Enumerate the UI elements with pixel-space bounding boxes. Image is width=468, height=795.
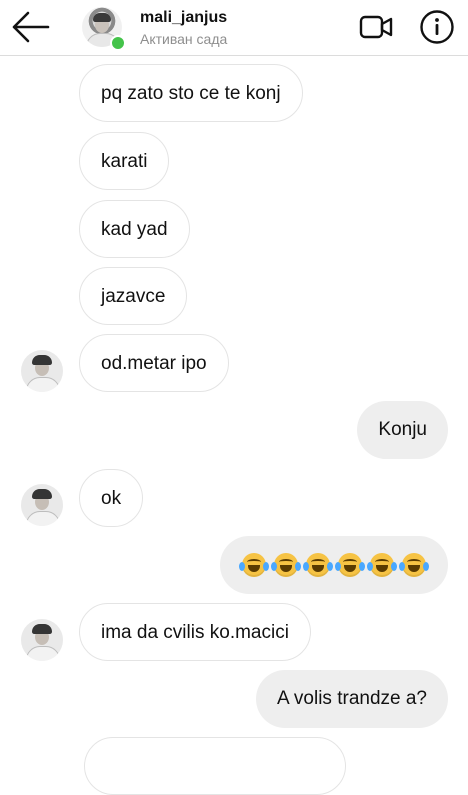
- sender-avatar[interactable]: [21, 619, 63, 661]
- message-text: A volis trandze a?: [277, 688, 427, 709]
- chat-username[interactable]: mali_janjus: [140, 9, 227, 27]
- emoji-row: [239, 536, 429, 594]
- my-message-bubble[interactable]: A volis trandze a?: [256, 670, 448, 728]
- profile-avatar[interactable]: [82, 7, 126, 51]
- laughing-tears-emoji-icon: [399, 553, 429, 577]
- chat-header: mali_janjus Активан сада: [0, 0, 468, 56]
- message-text: od.metar ipo: [101, 353, 207, 374]
- message-text: jazavce: [101, 286, 166, 307]
- message-text: Konju: [378, 419, 427, 440]
- active-status: Активан сада: [140, 31, 228, 47]
- message-bubble[interactable]: karati: [79, 132, 170, 190]
- message-text: ima da cvilis ko.macici: [101, 622, 289, 643]
- back-arrow-icon[interactable]: [10, 10, 50, 44]
- message-bubble[interactable]: kad yad: [79, 200, 190, 258]
- message-text: kad yad: [101, 219, 168, 240]
- message-thread[interactable]: pq zato sto ce te konj karati kad yad ja…: [0, 56, 468, 795]
- sender-avatar[interactable]: [21, 350, 63, 392]
- my-message-bubble[interactable]: [220, 536, 448, 594]
- message-bubble[interactable]: jazavce: [79, 267, 188, 325]
- my-message-bubble[interactable]: Konju: [357, 401, 448, 459]
- message-text: ok: [101, 488, 122, 509]
- message-text: karati: [101, 151, 148, 172]
- message-bubble[interactable]: od.metar ipo: [79, 334, 229, 392]
- video-call-icon[interactable]: [359, 13, 393, 41]
- message-bubble[interactable]: ok: [79, 469, 144, 527]
- online-indicator: [110, 35, 126, 51]
- message-text: pq zato sto ce te konj: [101, 83, 281, 104]
- info-icon[interactable]: [419, 9, 455, 45]
- message-bubble[interactable]: ima da cvilis ko.macici: [79, 603, 311, 661]
- laughing-tears-emoji-icon: [367, 553, 397, 577]
- laughing-tears-emoji-icon: [303, 553, 333, 577]
- message-bubble[interactable]: pq zato sto ce te konj: [79, 64, 303, 122]
- sender-avatar[interactable]: [21, 484, 63, 526]
- laughing-tears-emoji-icon: [335, 553, 365, 577]
- laughing-tears-emoji-icon: [271, 553, 301, 577]
- laughing-tears-emoji-icon: [239, 553, 269, 577]
